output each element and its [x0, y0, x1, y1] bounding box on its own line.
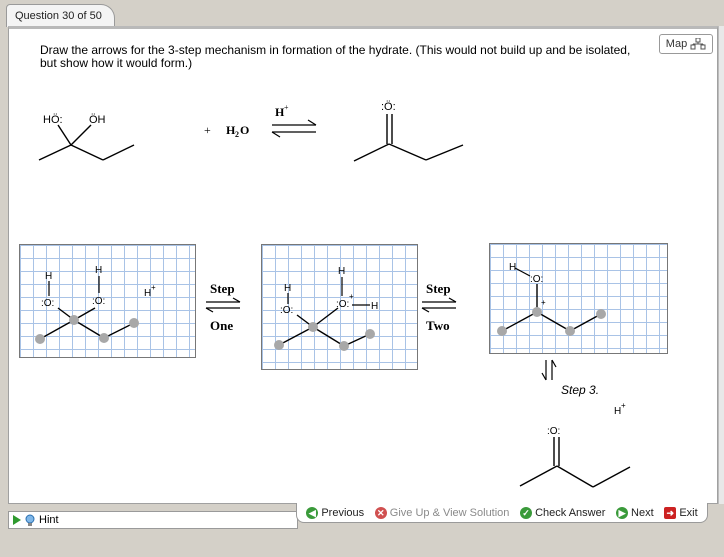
lightbulb-icon — [25, 514, 35, 526]
previous-label: Previous — [321, 506, 365, 519]
water-o: O — [240, 123, 249, 137]
ho-left-label: HÖ: — [43, 114, 63, 126]
s3-o: :O: — [530, 274, 543, 285]
s3-carbocation-charge: + — [541, 298, 546, 307]
step3-molecule: H :O: + — [497, 262, 606, 336]
s1-h-left: H — [45, 271, 52, 282]
next-button[interactable]: ▶ Next — [616, 506, 654, 519]
s2-h-left: H — [284, 283, 291, 294]
next-label: Next — [631, 506, 654, 519]
s2-o-plus-charge: + — [349, 292, 354, 301]
s1-o-right: :O: — [92, 296, 105, 307]
step3-proton-charge: + — [621, 401, 626, 410]
s1-h-right: H — [95, 265, 102, 276]
step2-molecule: H :O: H :O: + H — [274, 266, 378, 351]
s1-proton-charge: + — [151, 283, 156, 292]
s3-h: H — [509, 262, 516, 273]
s2-h-right: H — [371, 301, 378, 312]
mechanism-drawing: HÖ: ÖH + H 2 O H + :Ö: H :O: H:O: H + S… — [35, 101, 631, 488]
check-icon: ✓ — [520, 506, 533, 519]
give-up-button[interactable]: ✕ Give Up & View Solution — [374, 506, 510, 519]
step1-molecule: H :O: H :O: H + — [35, 265, 156, 344]
step1-equilibrium — [205, 297, 241, 313]
step1-label-top: Step — [210, 281, 235, 296]
equilibrium-arrows-top — [271, 119, 317, 138]
check-answer-label: Check Answer — [535, 506, 606, 519]
ketone-o-label: :Ö: — [381, 101, 396, 113]
s2-o-plus: :O: — [336, 299, 349, 310]
step2-label-bottom: Two — [426, 318, 450, 333]
exit-button[interactable]: ➜ Exit — [664, 506, 698, 519]
water-subscript: 2 — [235, 130, 239, 139]
step2-equilibrium — [421, 297, 457, 313]
exit-label: Exit — [679, 506, 698, 519]
navigation-bar: ◀ Previous ✕ Give Up & View Solution ✓ C… — [296, 503, 708, 523]
check-answer-button[interactable]: ✓ Check Answer — [520, 506, 606, 519]
give-up-label: Give Up & View Solution — [389, 506, 510, 519]
final-ketone: :O: — [519, 426, 631, 488]
previous-button[interactable]: ◀ Previous — [306, 506, 365, 519]
s1-o-left: :O: — [41, 298, 54, 309]
oh-right-label: ÖH — [89, 114, 106, 126]
hint-label: Hint — [39, 514, 59, 526]
step2-label-top: Step — [426, 281, 451, 296]
plus-sign: + — [204, 123, 211, 137]
exit-door-icon: ➜ — [664, 506, 677, 519]
hydrate-reactant: HÖ: ÖH — [38, 114, 135, 161]
forward-arrow-icon: ▶ — [616, 506, 629, 519]
s2-h-top: H — [338, 266, 345, 277]
s2-o-left: :O: — [280, 305, 293, 316]
final-o-label: :O: — [547, 426, 560, 437]
catalyst-charge: + — [284, 103, 289, 112]
hint-button[interactable]: Hint — [8, 511, 298, 529]
step1-label-bottom: One — [210, 318, 233, 333]
step3-label: Step 3. — [561, 383, 599, 397]
back-arrow-icon: ◀ — [306, 506, 319, 519]
cancel-icon: ✕ — [374, 506, 387, 519]
ketone-product: :Ö: — [353, 101, 464, 162]
play-icon — [13, 515, 21, 525]
step3-equilibrium — [541, 359, 557, 381]
